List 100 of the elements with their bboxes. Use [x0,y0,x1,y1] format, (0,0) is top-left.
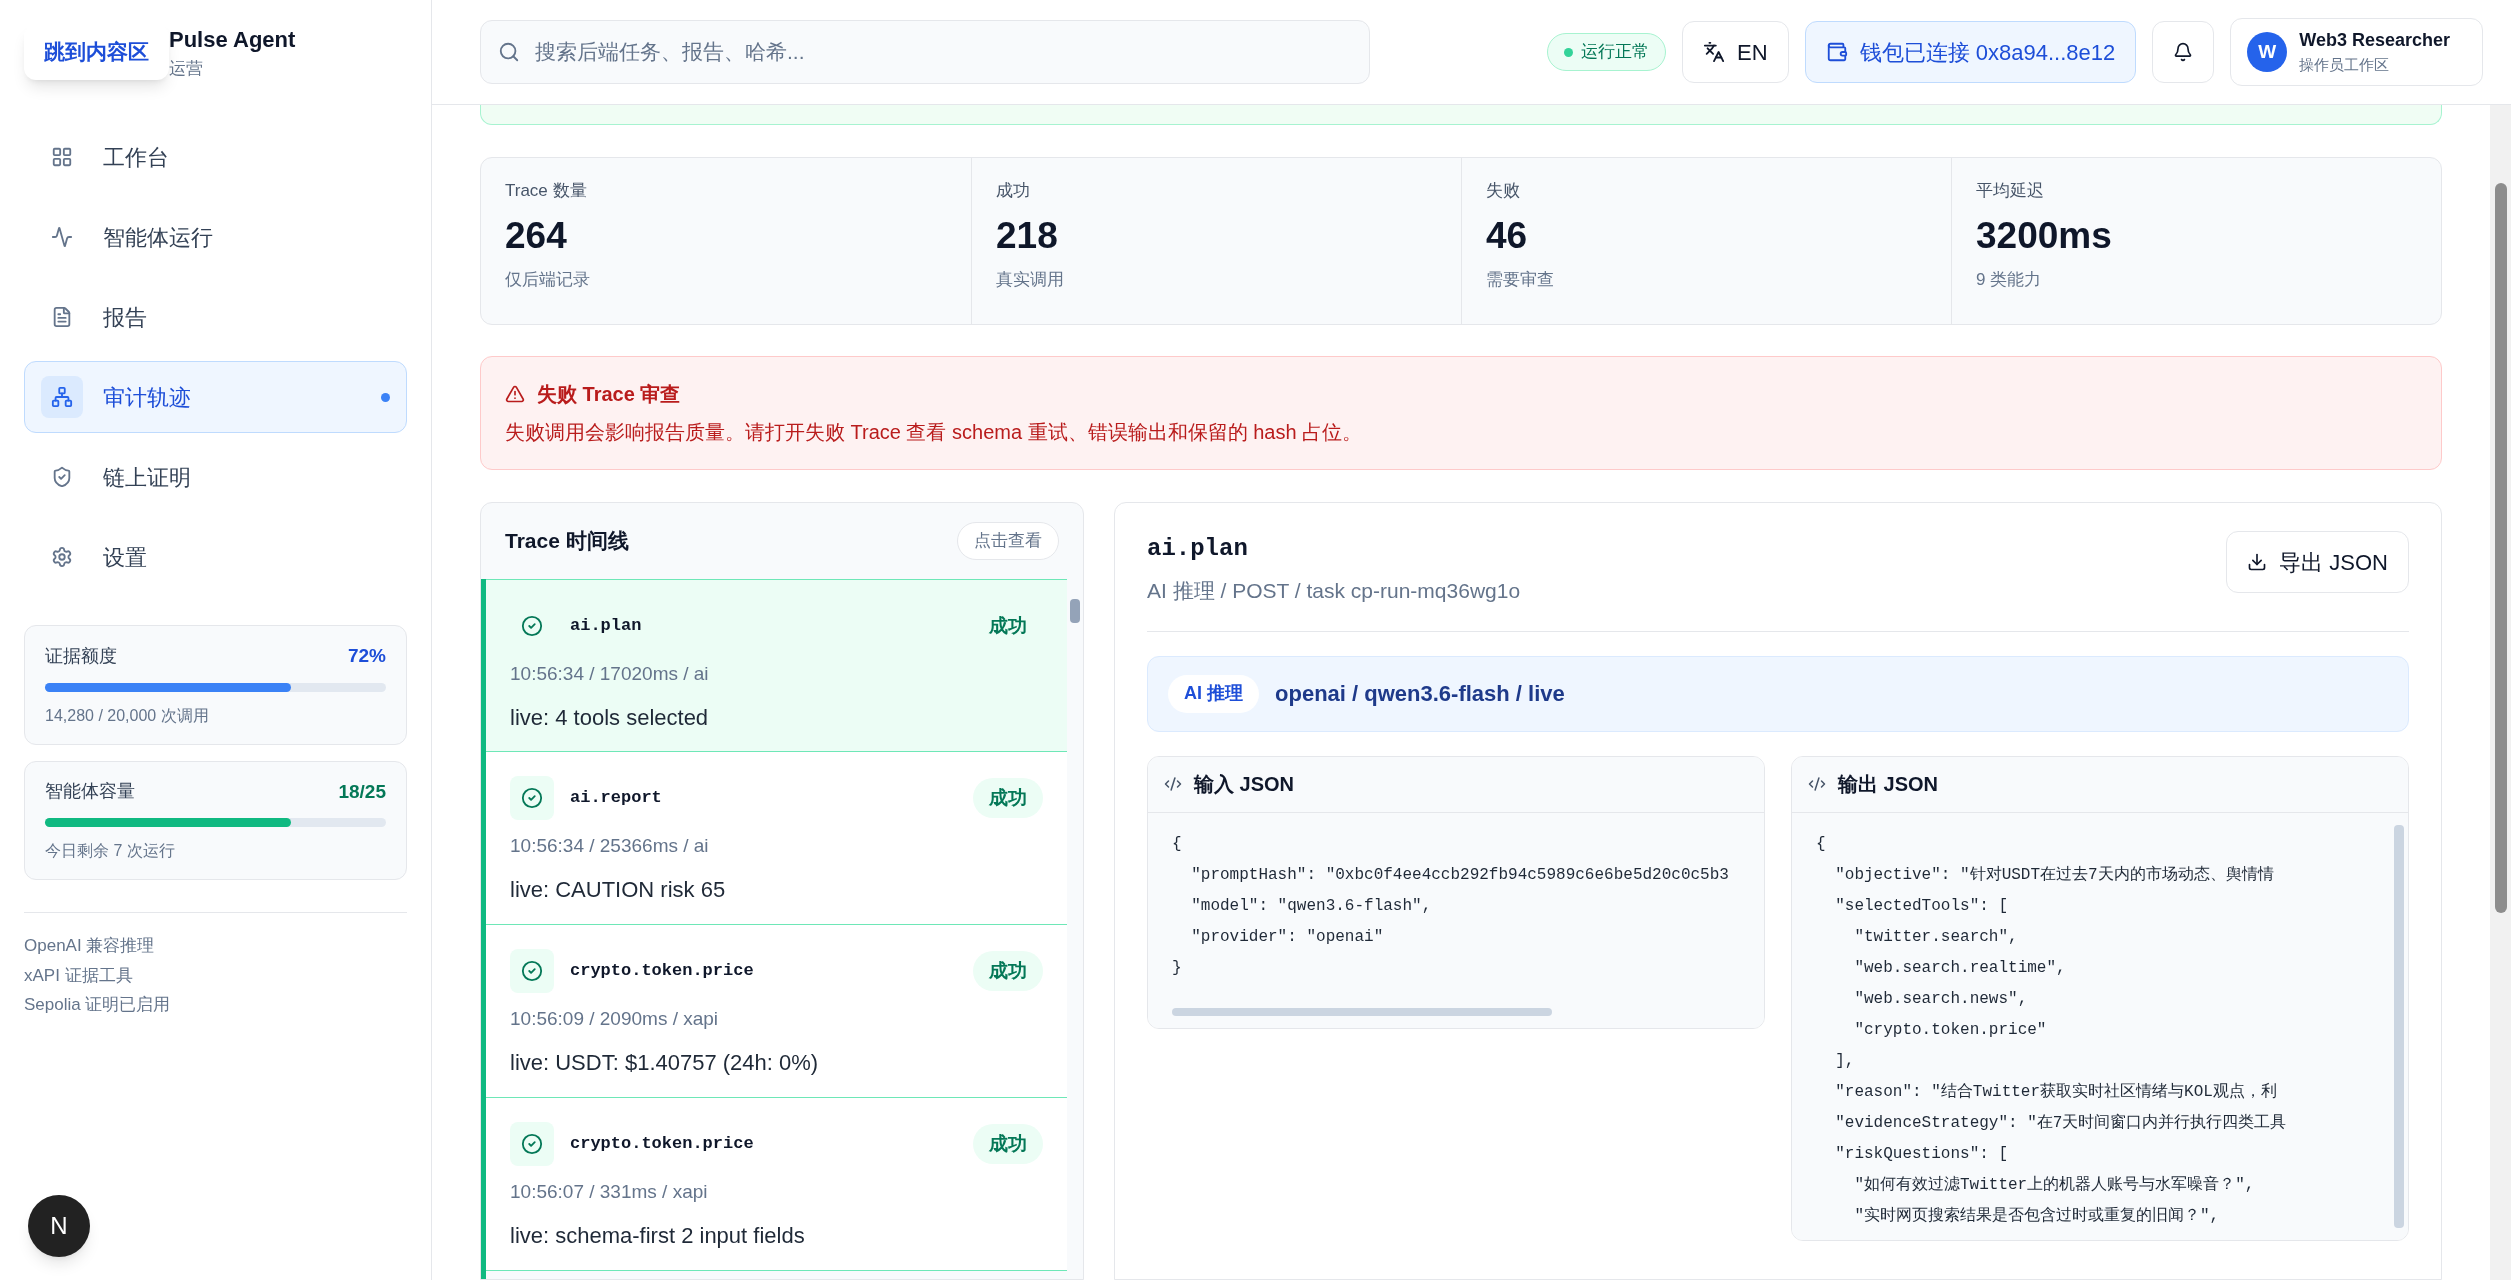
detail-subtitle: AI 推理 / POST / task cp-run-mq36wg1o [1147,578,1521,604]
stat-value: 3200ms [1976,213,2113,258]
check-circle-icon [521,787,543,809]
wallet-icon [1825,41,1848,63]
alert-title: 失败 Trace 审查 [537,382,681,407]
trace-name: crypto.token.price [570,1133,755,1156]
list-scrollbar[interactable] [1070,599,1080,623]
status-badge: 成功 [973,778,1043,818]
status-badge: 成功 [973,1124,1043,1164]
wallet-button[interactable]: 钱包已连接 0x8a94...8e12 [1804,21,2137,83]
user-role: 操作员工作区 [2299,55,2391,76]
bell-icon [2173,42,2194,62]
meter-value: 72% [347,644,386,668]
shield-icon [51,466,73,488]
nav-item[interactable]: 智能体运行 [24,201,407,273]
trace-name: ai.report [570,787,663,810]
user-card[interactable]: W Web3 Researcher 操作员工作区 [2230,18,2483,86]
trace-summary: live: schema-first 2 input fields [510,1221,806,1250]
meter-note: 今日剩余 7 次运行 [45,841,176,861]
panel-title: Trace 时间线 [505,528,629,555]
language-button[interactable]: EN [1682,21,1789,83]
stat-note: 9 类能力 [1976,269,2043,291]
pulse-icon [51,226,73,248]
stat-value: 218 [996,213,1059,258]
code-line: "objective": "针对USDT在过去7天内的市场动态、舆情情 [1834,864,2274,886]
warning-icon [505,384,525,404]
panel-title: 输出 JSON [1838,772,1939,797]
trace-summary: live: CAUTION risk 65 [510,875,727,904]
file-icon [51,306,73,328]
page-scrollbar[interactable] [2490,105,2511,1280]
brand-title: Pulse Agent [169,26,296,55]
stat-note: 真实调用 [996,269,1065,291]
code-line: "web.search.news", [1853,988,2028,1010]
integration-note: Sepolia 证明已启用 [24,994,172,1016]
stat-label: 失败 [1486,180,1521,202]
nav-item[interactable]: 工作台 [24,121,407,193]
code-line: ], [1834,1050,1855,1072]
code-icon [1808,775,1826,793]
grid-icon [51,146,73,168]
search-icon [498,41,520,63]
code-line: "reason": "结合Twitter获取实时社区情绪与KOL观点，利 [1834,1081,2277,1103]
meter-label: 证据额度 [45,644,117,668]
model-badge: AI 推理 [1168,674,1259,713]
trace-name: crypto.token.price [570,960,755,983]
nav-item[interactable]: 报告 [24,281,407,353]
nav-item[interactable]: 审计轨迹 [24,361,407,433]
trace-item[interactable]: ai.report 成功 10:56:34 / 25366ms / ai live: CAUTION risk 65 [486,752,1067,925]
dev-badge[interactable]: N [28,1195,90,1257]
trace-summary: live: USDT: $1.40757 (24h: 0%) [510,1048,820,1077]
stat-label: 成功 [996,180,1031,202]
vertical-scrollbar[interactable] [2394,824,2404,1228]
translate-icon [1703,41,1726,63]
code-line: "provider": "openai" [1190,926,1384,948]
status-badge: 成功 [973,951,1043,991]
user-avatar: W [2247,32,2288,72]
trace-item[interactable]: crypto.token.price 成功 10:56:09 / 2090ms / xapi live: USDT: $1.40757 (24h: 0%) [486,925,1067,1098]
check-circle-icon [521,960,543,982]
alert-text: 失败调用会影响报告质量。请打开失败 Trace 查看 schema 重试、错误输出和保留的 hash 占位。 [505,420,1364,445]
brand-subtitle: 运营 [169,58,204,81]
code-line: "twitter.search", [1853,926,2018,948]
code-line: "实时网页搜索结果是否包含过时或重复的旧闻？", [1853,1205,2220,1227]
stat-value: 264 [505,213,568,258]
gear-icon [51,546,73,568]
check-circle-icon [521,615,543,637]
trace-meta: 10:56:34 / 25366ms / ai [510,834,710,858]
stat-note: 需要审查 [1486,269,1555,291]
stat-note: 仅后端记录 [505,269,591,291]
trace-item[interactable]: ai.plan 成功 10:56:34 / 17020ms / ai live: 4 tools selected [486,579,1067,752]
code-line: "如何有效过滤Twitter上的机器人账号与水军噪音？", [1853,1174,2255,1196]
code-line: { [1816,833,1826,855]
code-line: "web.search.realtime", [1853,957,2066,979]
network-icon [51,386,73,408]
view-button[interactable]: 点击查看 [957,522,1059,560]
meter-label: 智能体容量 [45,780,135,804]
code-line: "model": "qwen3.6-flash", [1190,895,1432,917]
code-line: "crypto.token.price" [1853,1019,2047,1041]
trace-item[interactable]: crypto.token.price 成功 10:56:07 / 331ms / xapi live: schema-first 2 input fields [486,1098,1067,1271]
nav-item[interactable]: 设置 [24,521,407,593]
stat-label: 平均延迟 [1976,180,2045,202]
integration-note: xAPI 证据工具 [24,964,134,987]
stat-value: 46 [1486,213,1529,258]
skip-link[interactable]: 跳到内容区 [24,24,169,80]
trace-summary: live: 4 tools selected [510,703,710,732]
check-circle-icon [521,1133,543,1155]
integration-note: OpenAI 兼容推理 [24,935,156,957]
trace-meta: 10:56:07 / 331ms / xapi [510,1180,709,1204]
code-icon [1164,775,1182,793]
detail-title: ai.plan [1147,534,1249,564]
code-line: "selectedTools": [ [1834,895,2009,917]
notification-button[interactable] [2152,21,2215,83]
trace-name: ai.plan [570,615,643,638]
trace-meta: 10:56:34 / 17020ms / ai [510,662,710,686]
panel-title: 输入 JSON [1194,772,1295,797]
search-field[interactable]: 搜索后端任务、报告、哈希... [480,20,1370,84]
meter-note: 14,280 / 20,000 次调用 [45,705,210,726]
trace-meta: 10:56:09 / 2090ms / xapi [510,1007,720,1031]
export-button[interactable]: 导出 JSON [2226,531,2409,593]
nav-item[interactable]: 链上证明 [24,441,407,513]
download-icon [2247,552,2268,572]
horizontal-scrollbar[interactable] [1172,1007,1552,1016]
